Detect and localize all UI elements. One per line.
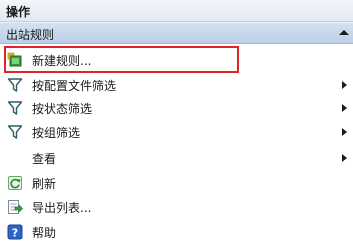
new-rule-action[interactable]: 新建规则... xyxy=(0,48,353,72)
export-list-icon xyxy=(8,200,23,214)
filter-icon xyxy=(7,125,23,139)
submenu-arrow-icon xyxy=(342,81,347,89)
refresh-label: 刷新 xyxy=(32,177,57,191)
filter-icon xyxy=(7,78,23,92)
actions-pane-header: 操作 xyxy=(0,0,353,22)
section-header-label: 出站规则 xyxy=(6,28,55,42)
actions-pane-title: 操作 xyxy=(6,5,31,19)
help-action[interactable]: ? 帮助 xyxy=(0,220,353,244)
section-header-outbound-rules[interactable]: 出站规则 xyxy=(0,22,353,44)
filter-by-group-action[interactable]: 按组筛选 xyxy=(0,120,353,144)
filter-by-state-action[interactable]: 按状态筛选 xyxy=(0,96,353,120)
submenu-arrow-icon xyxy=(342,104,347,112)
new-rule-icon xyxy=(7,52,22,67)
filter-by-group-label: 按组筛选 xyxy=(32,126,81,140)
filter-by-profile-action[interactable]: 按配置文件筛选 xyxy=(0,73,353,97)
filter-by-profile-label: 按配置文件筛选 xyxy=(32,79,117,93)
help-label: 帮助 xyxy=(32,226,57,240)
collapse-arrow-icon[interactable] xyxy=(339,30,349,35)
refresh-icon xyxy=(8,176,22,190)
filter-by-state-label: 按状态筛选 xyxy=(32,102,93,116)
view-label: 查看 xyxy=(32,152,57,166)
refresh-action[interactable]: 刷新 xyxy=(0,171,353,195)
help-icon: ? xyxy=(7,224,23,240)
new-rule-label: 新建规则... xyxy=(32,54,92,68)
svg-text:?: ? xyxy=(12,227,18,240)
export-list-action[interactable]: 导出列表... xyxy=(0,195,353,219)
view-action[interactable]: 查看 xyxy=(0,146,353,170)
export-list-label: 导出列表... xyxy=(32,201,92,215)
submenu-arrow-icon xyxy=(342,128,347,136)
filter-icon xyxy=(7,101,23,115)
submenu-arrow-icon xyxy=(342,154,347,162)
actions-pane: 操作 出站规则 新建规则... 按配置文件筛选 按状态筛选 按组筛选 查看 刷新… xyxy=(0,0,353,248)
